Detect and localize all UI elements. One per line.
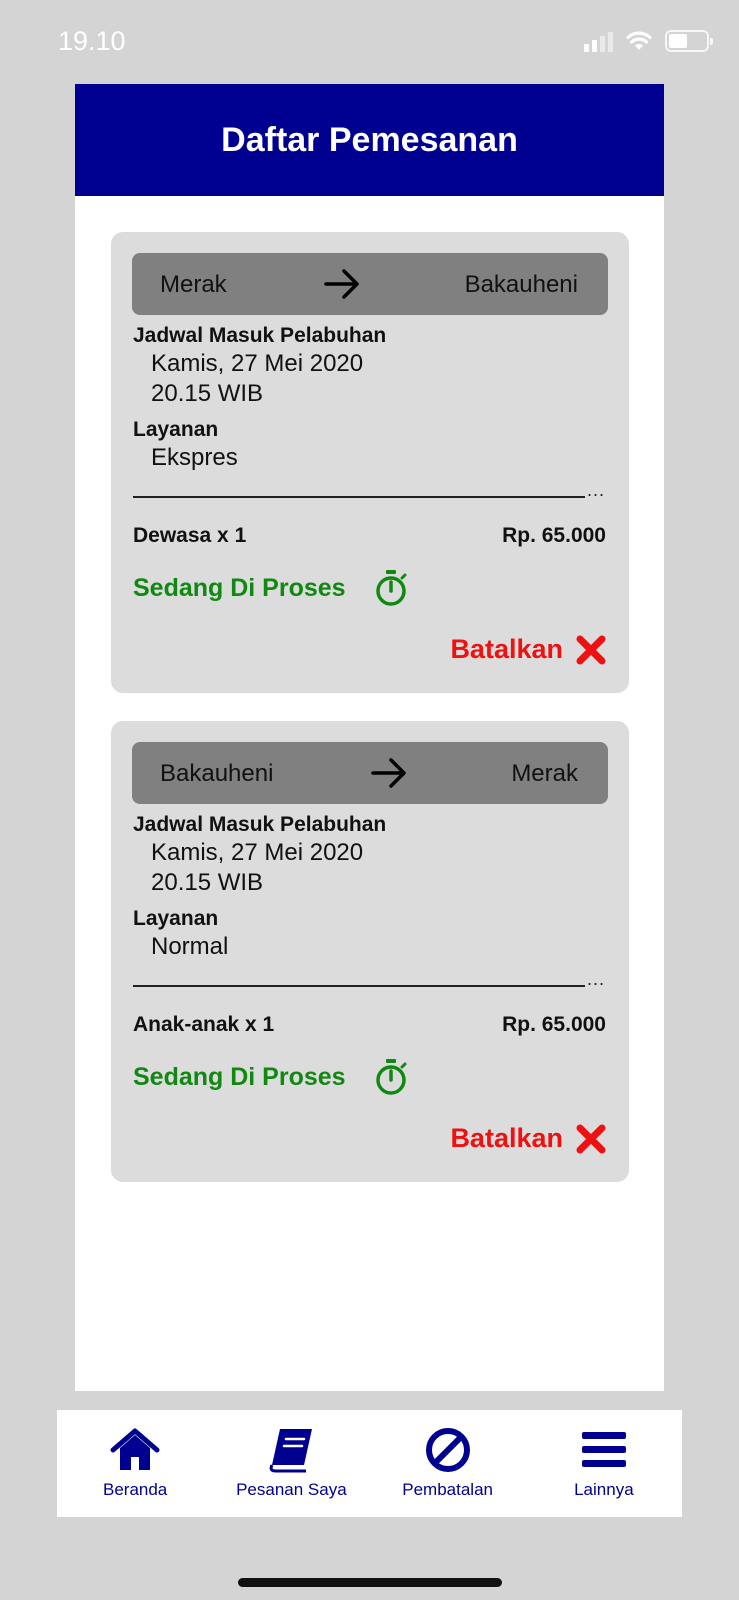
divider [133, 496, 585, 498]
price: Rp. 65.000 [502, 1013, 606, 1036]
route-bar: Bakauheni Merak [132, 742, 608, 804]
app-frame: Daftar Pemesanan Merak Bakauheni Jadwal … [75, 84, 664, 1391]
ban-icon [422, 1426, 474, 1474]
status-icons [584, 30, 713, 52]
tab-bar: Beranda Pesanan Saya Pembatalan Lainnya [57, 1410, 682, 1517]
app-header: Daftar Pemesanan [75, 84, 664, 196]
service-value: Ekspres [151, 444, 238, 471]
divider-dots: ... [587, 969, 606, 989]
schedule-time: 20.15 WIB [151, 869, 264, 896]
tab-label: Lainnya [574, 1480, 634, 1499]
tab-pesanan-saya[interactable]: Pesanan Saya [213, 1410, 369, 1517]
cancel-button[interactable]: Batalkan [450, 634, 563, 665]
route-from: Merak [160, 271, 227, 298]
tab-label: Pesanan Saya [236, 1480, 347, 1499]
close-icon[interactable] [575, 634, 607, 666]
service-value: Normal [151, 933, 229, 960]
schedule-date: Kamis, 27 Mei 2020 [151, 350, 364, 377]
cancel-button[interactable]: Batalkan [450, 1123, 563, 1154]
status-time: 19.10 [58, 26, 126, 56]
route-to: Bakauheni [464, 271, 578, 298]
schedule-label: Jadwal Masuk Pelabuhan [133, 813, 387, 836]
stopwatch-icon [376, 1059, 407, 1095]
divider-dots: ... [587, 480, 606, 500]
tab-label: Beranda [102, 1480, 168, 1499]
tab-lainnya[interactable]: Lainnya [526, 1410, 682, 1517]
booking-card: Bakauheni Merak Jadwal Masuk Pelabuhan K… [111, 721, 629, 1182]
menu-icon [578, 1426, 630, 1474]
service-label: Layanan [133, 907, 219, 930]
home-indicator [238, 1578, 502, 1587]
signal-icon [584, 30, 613, 52]
close-icon[interactable] [575, 1123, 607, 1155]
tab-label: Pembatalan [402, 1480, 493, 1499]
status-text: Sedang Di Proses [133, 574, 346, 602]
arrow-right-icon [324, 269, 359, 299]
price: Rp. 65.000 [502, 524, 606, 547]
booking-card: Merak Bakauheni Jadwal Masuk Pelabuhan K… [111, 232, 629, 693]
page-title: Daftar Pemesanan [221, 120, 518, 159]
passenger-count: Dewasa x 1 [133, 524, 247, 547]
service-label: Layanan [133, 418, 219, 441]
status-text: Sedang Di Proses [133, 1063, 346, 1091]
wifi-icon [626, 31, 652, 50]
divider [133, 985, 585, 987]
battery-icon [665, 30, 713, 52]
route-bar: Merak Bakauheni [132, 253, 608, 315]
home-icon [109, 1426, 161, 1474]
book-icon [265, 1426, 317, 1474]
arrow-right-icon [371, 758, 406, 788]
tab-beranda[interactable]: Beranda [57, 1410, 213, 1517]
schedule-label: Jadwal Masuk Pelabuhan [133, 324, 387, 347]
stopwatch-icon [376, 570, 407, 606]
tab-pembatalan[interactable]: Pembatalan [370, 1410, 526, 1517]
status-bar: 19.10 [0, 0, 739, 80]
route-from: Bakauheni [160, 760, 274, 787]
passenger-count: Anak-anak x 1 [133, 1013, 275, 1036]
schedule-time: 20.15 WIB [151, 380, 264, 407]
route-to: Merak [511, 760, 578, 787]
schedule-date: Kamis, 27 Mei 2020 [151, 839, 364, 866]
